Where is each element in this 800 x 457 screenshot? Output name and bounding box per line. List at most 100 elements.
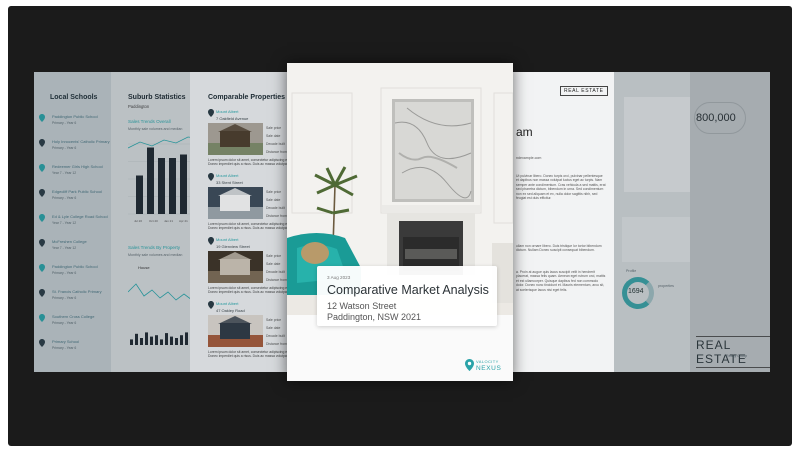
trends-by-property-sub: Monthly sale volumes and median xyxy=(128,253,183,257)
stat-label: Sale date xyxy=(266,262,281,266)
suburb-statistics-page: Suburb Statistics Paddington Sales Trend… xyxy=(111,72,201,372)
stat-label: Sale date xyxy=(266,134,281,138)
school-name: Southern Cross College xyxy=(52,314,95,319)
location-pin-icon xyxy=(39,339,45,347)
stat-label: Decade built xyxy=(266,142,285,146)
trends-sub: Monthly sale volumes and median xyxy=(128,127,183,131)
stat-label: Sale date xyxy=(266,326,281,330)
location-pin-icon xyxy=(208,237,214,245)
stat-label: Decade built xyxy=(266,334,285,338)
address-line-1: 12 Watson Street xyxy=(327,301,397,311)
volume-bar xyxy=(175,338,178,345)
location-pin-icon xyxy=(39,164,45,172)
company-logo: VALOCITY NEXUS xyxy=(465,358,505,374)
profile-unit: properties xyxy=(658,284,674,288)
cover-page[interactable]: 3 Aug 2023 Comparative Market Analysis 1… xyxy=(287,63,513,381)
comparable-suburb: Mount Albert xyxy=(216,237,239,242)
property-photo xyxy=(208,315,263,347)
comparable-description: Lorem ipsum dolor sit amet, consectetur … xyxy=(208,350,291,358)
school-name: Paddington Public School xyxy=(52,114,98,119)
comparable-description: Lorem ipsum dolor sit amet, consectetur … xyxy=(208,158,291,166)
school-item: Ed & Lyle College Road School Year 7 - Ye… xyxy=(39,214,108,225)
article-paragraph-2: ullam non ornare libero. Duis tristique … xyxy=(516,244,602,253)
stat-label: Distance from xyxy=(266,150,287,154)
school-name: Holy Innocents' Catholic Primary xyxy=(52,139,110,144)
school-grade: Year 7 - Year 12 xyxy=(52,246,77,250)
location-pin-icon xyxy=(39,189,45,197)
location-pin-icon xyxy=(39,114,45,122)
report-title: Comparative Market Analysis xyxy=(327,283,489,297)
school-item: St. Francis Catholic Primary Primary - Ye… xyxy=(39,289,102,300)
school-grade: Primary - Year 6 xyxy=(52,121,77,125)
comparable-description: Lorem ipsum dolor sit amet, consectetur … xyxy=(208,286,291,294)
school-item: Southern Cross College Primary - Year 6 xyxy=(39,314,95,325)
trend-bar xyxy=(158,158,165,214)
stat-label: Sale price xyxy=(266,318,282,322)
location-pin-icon xyxy=(208,173,214,181)
school-grade: Primary - Year 6 xyxy=(52,346,77,350)
property-photo xyxy=(208,123,263,155)
volume-bar xyxy=(180,335,183,345)
stat-label: Sale date xyxy=(266,198,281,202)
volume-bar xyxy=(150,336,153,345)
location-pin-icon xyxy=(39,264,45,272)
stat-label: Distance from xyxy=(266,342,287,346)
axis-label: Oct 20 xyxy=(149,219,158,223)
profile-value: 1694 xyxy=(628,288,644,295)
trend-bar xyxy=(169,158,176,214)
school-name: Ed & Lyle College Road School xyxy=(52,214,108,219)
comparable-item: Mount Albert 47 Oakley Road Sale price Sale… xyxy=(208,301,298,362)
volume-bar xyxy=(165,333,168,345)
volume-bar xyxy=(155,335,158,345)
trend-bar xyxy=(147,147,154,214)
school-grade: Primary - Year 6 xyxy=(52,146,77,150)
volume-bar xyxy=(160,339,163,345)
stat-label: Distance from xyxy=(266,214,287,218)
axis-label: Jul 20 xyxy=(134,219,142,223)
location-pin-icon xyxy=(208,109,214,117)
school-item: McFreshen College Year 7 - Year 12 xyxy=(39,239,87,250)
page-title: Suburb Statistics xyxy=(128,94,186,101)
comparable-street: 47 Oakley Road xyxy=(216,308,245,313)
agent-article-page: REAL ESTATE am ndexample.com Ut pulvinar… xyxy=(508,72,618,372)
school-name: Redeemer Girls High School xyxy=(52,164,103,169)
comparable-suburb: Mount Albert xyxy=(216,301,239,306)
location-pin-icon xyxy=(39,239,45,247)
stat-label: Sale price xyxy=(266,254,282,258)
comparable-properties-page: Comparable Properties S Mount Albert 7 Oa… xyxy=(190,72,302,372)
page-title: Comparable Properties S xyxy=(208,94,292,101)
school-item: Primary School Primary - Year 6 xyxy=(39,339,80,350)
school-grade: Year 7 - Year 12 xyxy=(52,221,77,225)
school-name: Edgecliff Park Public School xyxy=(52,189,102,194)
location-pin-icon xyxy=(39,289,45,297)
location-pin-icon xyxy=(39,214,45,222)
living-room-photo xyxy=(287,63,513,381)
school-item: Paddington Public School Primary - Year 6 xyxy=(39,264,98,275)
school-name: St. Francis Catholic Primary xyxy=(52,289,102,294)
stat-label: Decade built xyxy=(266,270,285,274)
location-pin-icon xyxy=(39,314,45,322)
property-photo xyxy=(208,187,263,219)
volume-bar xyxy=(135,333,138,345)
article-paragraph-1: Ut pulvinar libero. Donec turpis orci, p… xyxy=(516,174,606,201)
stat-label: Distance from xyxy=(266,278,287,282)
trend-bar xyxy=(136,175,143,214)
school-name: Primary School xyxy=(52,339,80,344)
school-item: Redeemer Girls High School Year 7 - Year … xyxy=(39,164,103,175)
presentation-stage: Local Schools Paddington Public School Pr… xyxy=(8,6,792,446)
comparable-street: 7 Oakfield Avenue xyxy=(216,116,249,121)
location-pin-icon xyxy=(465,359,474,371)
school-grade: Primary - Year 6 xyxy=(52,271,77,275)
school-grade: Year 7 - Year 12 xyxy=(52,171,77,175)
axis-label: Apr 21 xyxy=(179,219,188,223)
logo-top-text: VALOCITY xyxy=(476,359,499,364)
article-heading: am xyxy=(516,125,533,139)
brand-sub: Realty Group xyxy=(726,354,748,358)
school-grade: Primary - Year 6 xyxy=(52,296,77,300)
school-grade: Primary - Year 6 xyxy=(52,196,77,200)
price-value: 800,000 xyxy=(696,112,736,124)
property-photo xyxy=(208,251,263,283)
volume-bar xyxy=(185,332,188,345)
location-pin-icon xyxy=(208,301,214,309)
school-name: Paddington Public School xyxy=(52,264,98,269)
